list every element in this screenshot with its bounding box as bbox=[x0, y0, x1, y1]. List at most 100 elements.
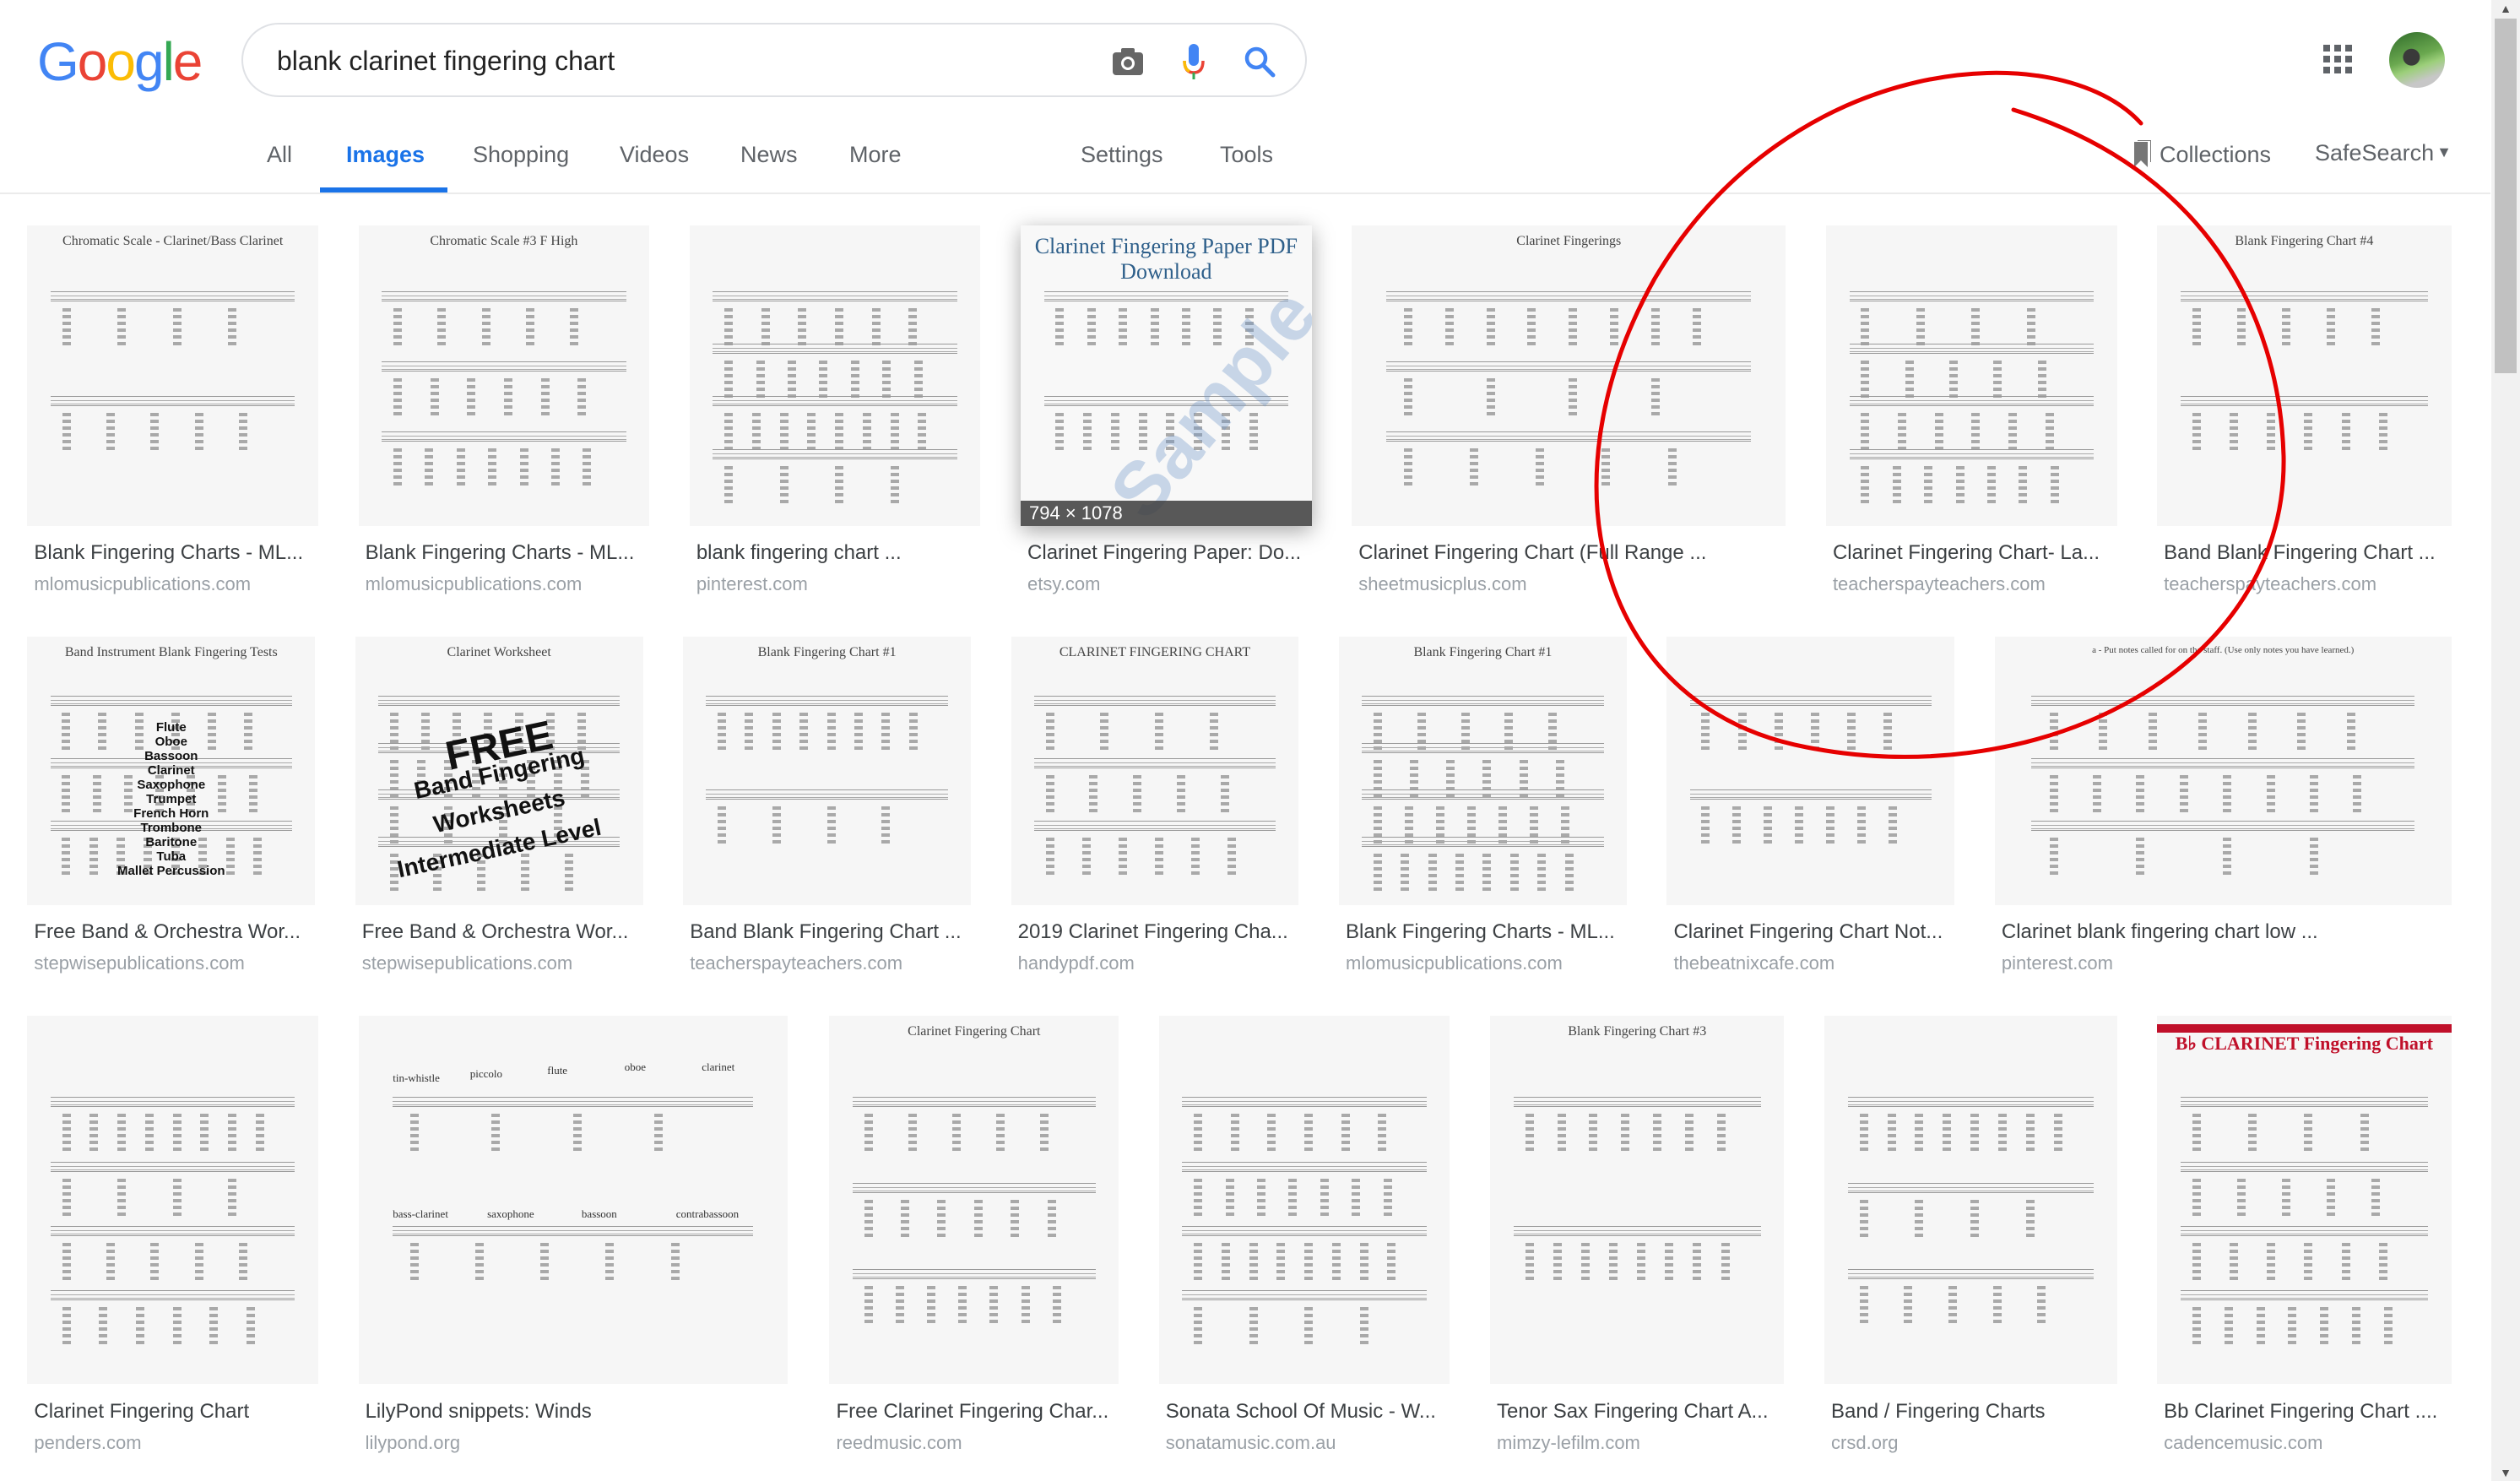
image-result[interactable]: Chromatic Scale - Clarinet/Bass Clarinet… bbox=[27, 225, 318, 613]
tab-tools[interactable]: Tools bbox=[1220, 142, 1273, 168]
result-title[interactable]: Blank Fingering Charts - ML... bbox=[366, 541, 650, 565]
fingering-diagram bbox=[1378, 1114, 1387, 1152]
result-thumbnail[interactable]: Blank Fingering Chart #3 bbox=[1490, 1016, 1785, 1385]
result-title[interactable]: Clarinet Fingering Chart (Full Range ... bbox=[1358, 541, 1786, 565]
result-title[interactable]: Free Clarinet Fingering Char... bbox=[836, 1400, 1119, 1424]
image-result[interactable]: Blank Fingering Chart #4 Band Blank Finge… bbox=[2157, 225, 2452, 613]
tab-more[interactable]: More bbox=[849, 142, 902, 168]
result-title[interactable]: Clarinet Fingering Chart bbox=[34, 1400, 318, 1424]
tab-news[interactable]: News bbox=[740, 142, 798, 168]
result-thumbnail[interactable]: Clarinet Fingering Chart bbox=[829, 1016, 1119, 1385]
fingering-diagram bbox=[409, 1114, 419, 1152]
scrollbar[interactable]: ▲ ▼ bbox=[2491, 0, 2520, 1481]
google-logo[interactable]: Google bbox=[37, 30, 203, 93]
result-thumbnail[interactable]: CLARINET FINGERING CHART bbox=[1011, 636, 1299, 905]
fingering-diagram bbox=[239, 1242, 248, 1280]
thumbnail-instrument-label: bassoon bbox=[581, 1207, 617, 1221]
result-thumbnail[interactable]: Chromatic Scale - Clarinet/Bass Clarinet bbox=[27, 225, 318, 526]
result-title[interactable]: blank fingering chart ... bbox=[696, 541, 981, 565]
fingering-diagram bbox=[1256, 1178, 1265, 1216]
image-result[interactable]: Clarinet Fingering Paper PDF Download Sam… bbox=[1021, 225, 1312, 613]
fingering-diagram bbox=[926, 1285, 935, 1323]
safesearch-dropdown[interactable]: SafeSearch ▼ bbox=[2315, 140, 2452, 166]
result-thumbnail[interactable] bbox=[1824, 1016, 2117, 1385]
scroll-down-arrow-icon[interactable]: ▼ bbox=[2491, 1464, 2520, 1481]
result-thumbnail[interactable] bbox=[1666, 636, 1955, 905]
staff-lines bbox=[1849, 396, 2095, 407]
result-title[interactable]: Band Blank Fingering Chart ... bbox=[2164, 541, 2451, 565]
image-result[interactable]: B♭ CLARINET Fingering Chart Bb Clarinet F… bbox=[2157, 1016, 2452, 1471]
result-title[interactable]: Band / Fingering Charts bbox=[1831, 1400, 2117, 1424]
image-result[interactable]: Band / Fingering Charts crsd.org bbox=[1824, 1016, 2117, 1471]
image-result[interactable]: Blank Fingering Chart #1 Blank Fingering … bbox=[1339, 636, 1627, 992]
result-title[interactable]: Clarinet Fingering Chart Not... bbox=[1673, 920, 1954, 944]
result-title[interactable]: Sonata School Of Music - W... bbox=[1166, 1400, 1450, 1424]
result-title[interactable]: Blank Fingering Charts - ML... bbox=[34, 541, 318, 565]
result-thumbnail[interactable]: a - Put notes called for on the staff. (… bbox=[1994, 636, 2452, 905]
image-result[interactable]: Sonata School Of Music - W... sonatamusic… bbox=[1158, 1016, 1450, 1471]
result-title[interactable]: Clarinet blank fingering chart low ... bbox=[2002, 920, 2452, 944]
result-title[interactable]: Free Band & Orchestra Wor... bbox=[362, 920, 643, 944]
microphone-icon[interactable] bbox=[1172, 40, 1216, 84]
fingering-diagram bbox=[2378, 413, 2387, 451]
account-avatar[interactable] bbox=[2389, 32, 2445, 88]
google-apps-icon[interactable] bbox=[2323, 45, 2352, 73]
result-title[interactable]: 2019 Clarinet Fingering Cha... bbox=[1018, 920, 1299, 944]
scrollbar-thumb[interactable] bbox=[2495, 19, 2517, 373]
result-thumbnail[interactable] bbox=[689, 225, 981, 526]
image-result[interactable]: Clarinet Fingering Chart penders.com bbox=[27, 1016, 318, 1471]
image-result[interactable]: Blank Fingering Chart #3 Tenor Sax Finger… bbox=[1490, 1016, 1785, 1471]
result-thumbnail[interactable] bbox=[1825, 225, 2117, 526]
camera-icon[interactable] bbox=[1106, 40, 1150, 84]
scroll-up-arrow-icon[interactable]: ▲ bbox=[2491, 0, 2520, 17]
thumbnail-list-text: Oboe bbox=[154, 734, 187, 749]
image-result[interactable]: Clarinet Fingering Chart- La... teachersp… bbox=[1825, 225, 2117, 613]
result-thumbnail[interactable]: Clarinet Fingerings bbox=[1352, 225, 1786, 526]
image-result[interactable]: blank fingering chart ... pinterest.com bbox=[689, 225, 981, 613]
result-thumbnail[interactable] bbox=[1158, 1016, 1450, 1385]
image-result[interactable]: Chromatic Scale #3 F High Blank Fingering… bbox=[358, 225, 650, 613]
fingering-diagram bbox=[577, 377, 587, 415]
result-thumbnail[interactable]: Clarinet Fingering Paper PDF Download Sam… bbox=[1021, 225, 1312, 526]
collections-button[interactable]: Collections bbox=[2133, 140, 2271, 169]
image-result[interactable]: tin-whistle piccolo flute oboe clarinet bass-… bbox=[358, 1016, 788, 1471]
result-thumbnail[interactable]: Band Instrument Blank Fingering Tests Flu… bbox=[27, 636, 316, 905]
result-thumbnail[interactable]: Blank Fingering Chart #4 bbox=[2157, 225, 2452, 526]
result-thumbnail[interactable] bbox=[27, 1016, 318, 1385]
result-title[interactable]: LilyPond snippets: Winds bbox=[366, 1400, 788, 1424]
image-result[interactable]: Clarinet Fingering Chart Not... thebeatni… bbox=[1666, 636, 1955, 992]
result-title[interactable]: Clarinet Fingering Chart- La... bbox=[1833, 541, 2117, 565]
image-result[interactable]: Band Instrument Blank Fingering Tests Flu… bbox=[27, 636, 316, 992]
search-input[interactable] bbox=[277, 41, 1037, 80]
result-title[interactable]: Bb Clarinet Fingering Chart .... bbox=[2164, 1400, 2451, 1424]
tab-images[interactable]: Images bbox=[346, 142, 425, 168]
result-title[interactable]: Band Blank Fingering Chart ... bbox=[690, 920, 971, 944]
result-title[interactable]: Tenor Sax Fingering Chart A... bbox=[1497, 1400, 1784, 1424]
result-thumbnail[interactable]: Blank Fingering Chart #1 bbox=[683, 636, 971, 905]
tab-shopping[interactable]: Shopping bbox=[473, 142, 569, 168]
result-thumbnail[interactable]: Blank Fingering Chart #1 bbox=[1339, 636, 1627, 905]
search-icon[interactable] bbox=[1238, 40, 1282, 84]
tab-all[interactable]: All bbox=[267, 142, 292, 168]
result-thumbnail[interactable]: Chromatic Scale #3 F High bbox=[358, 225, 650, 526]
result-thumbnail[interactable]: tin-whistle piccolo flute oboe clarinet bass-… bbox=[358, 1016, 788, 1385]
image-result[interactable]: Clarinet Fingerings Clarinet Fingering Ch… bbox=[1352, 225, 1786, 613]
result-title[interactable]: Clarinet Fingering Paper: Do... bbox=[1027, 541, 1312, 565]
image-result[interactable]: Blank Fingering Chart #1 Band Blank Finge… bbox=[683, 636, 971, 992]
image-result[interactable]: Clarinet Worksheet FREE Band Fingering Work… bbox=[355, 636, 643, 992]
image-result[interactable]: CLARINET FINGERING CHART 2019 Clarinet Fi… bbox=[1011, 636, 1299, 992]
tab-videos[interactable]: Videos bbox=[620, 142, 689, 168]
tab-settings[interactable]: Settings bbox=[1081, 142, 1163, 168]
result-title[interactable]: Blank Fingering Charts - ML... bbox=[1346, 920, 1627, 944]
result-title[interactable]: Free Band & Orchestra Wor... bbox=[34, 920, 315, 944]
fingering-diagram bbox=[491, 1114, 501, 1152]
image-result[interactable]: Clarinet Fingering Chart Free Clarinet Fi… bbox=[829, 1016, 1119, 1471]
result-thumbnail[interactable]: B♭ CLARINET Fingering Chart bbox=[2157, 1016, 2452, 1385]
result-thumbnail[interactable]: Clarinet Worksheet FREE Band Fingering Work… bbox=[355, 636, 643, 905]
result-domain: cadencemusic.com bbox=[2164, 1431, 2323, 1453]
fingering-diagram bbox=[89, 1114, 99, 1152]
image-result[interactable]: a - Put notes called for on the staff. (… bbox=[1994, 636, 2452, 992]
fingering-diagram bbox=[1401, 853, 1410, 891]
fingering-diagram bbox=[1230, 1114, 1239, 1152]
fingering-diagram bbox=[1905, 361, 1914, 399]
